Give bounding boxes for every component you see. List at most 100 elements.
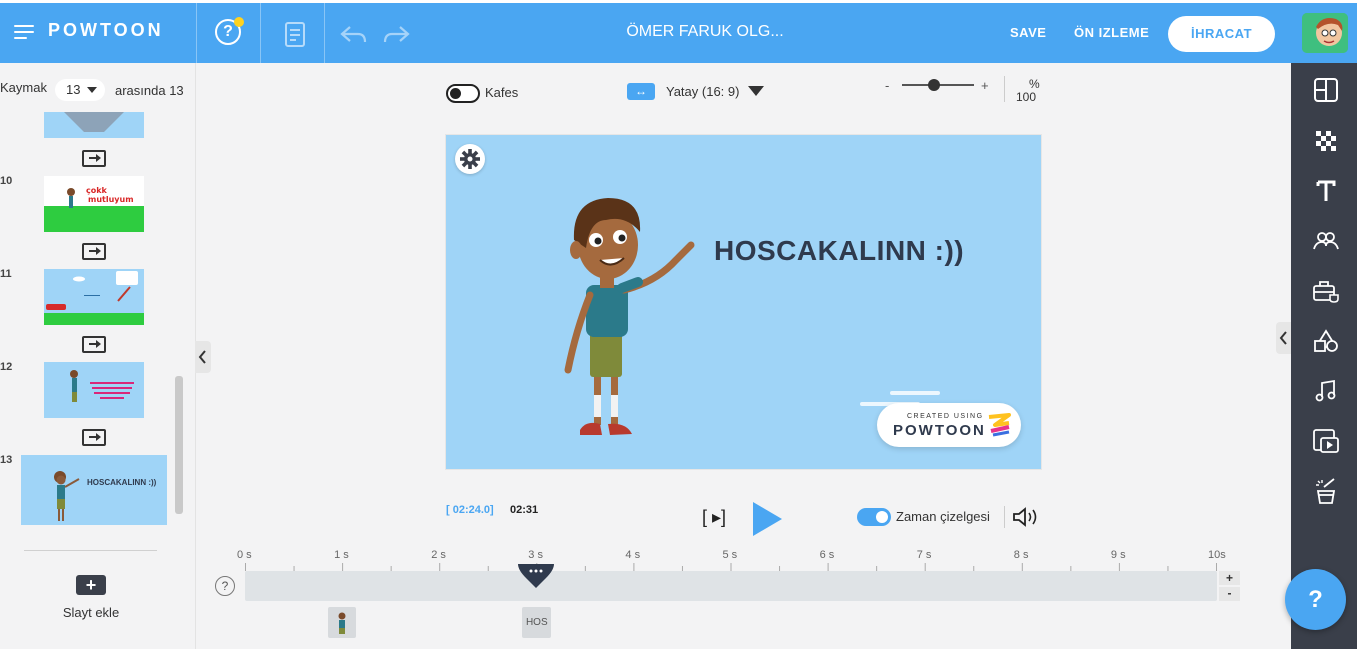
slide-selector-value: 13	[66, 82, 81, 97]
slide-range-label: arasında 13	[115, 83, 184, 98]
character-boy-image[interactable]	[556, 190, 706, 440]
magic-icon[interactable]	[1312, 477, 1340, 505]
timeline-tick-label: 3 s	[528, 549, 543, 561]
top-bar: POWTOON ? ÖMER FARUK OLG... SAVE ÖN IZLE…	[0, 0, 1357, 63]
timeline-clip-character[interactable]	[328, 607, 357, 638]
timeline-track[interactable]	[245, 571, 1217, 601]
transition-icon[interactable]	[82, 150, 106, 167]
slide-12-preview	[70, 370, 134, 402]
stage-text-element[interactable]: HOSCAKALINN :))	[714, 235, 964, 267]
redo-icon[interactable]	[382, 25, 410, 45]
slide-10-preview: çokk mutluyum	[44, 186, 144, 232]
chevron-down-icon	[87, 87, 97, 93]
props-icon[interactable]	[1312, 277, 1340, 305]
zoom-out-button[interactable]: -	[885, 78, 889, 93]
volume-icon[interactable]	[1012, 507, 1042, 527]
play-button[interactable]	[753, 502, 782, 536]
document-title[interactable]: ÖMER FARUK OLG...	[560, 23, 850, 41]
avatar-face-icon	[1302, 13, 1348, 53]
transition-icon[interactable]	[82, 336, 106, 353]
divider	[1004, 506, 1005, 528]
timeline-tick-label: 7 s	[916, 549, 932, 561]
powtoon-logo[interactable]: POWTOON	[48, 20, 164, 41]
powtoon-mark-icon	[988, 413, 1011, 437]
slide-settings-button[interactable]	[455, 144, 485, 174]
divider	[1004, 76, 1005, 102]
zoom-percent-value: 100	[1016, 90, 1037, 104]
svg-text:çokk: çokk	[86, 186, 108, 195]
shapes-icon[interactable]	[1312, 327, 1340, 355]
add-slide-label[interactable]: Slayt ekle	[0, 605, 182, 620]
slide-thumbnail-13[interactable]: HOSCAKALINN :))	[21, 455, 167, 525]
timeline-tick-label: 5 s	[722, 549, 738, 561]
slide-selector[interactable]: 13	[55, 79, 105, 101]
background-icon[interactable]	[1312, 127, 1340, 155]
timeline-tick-label: 4 s	[625, 549, 641, 561]
aspect-ratio-icon[interactable]: ↔	[627, 83, 655, 100]
total-time: 02:31	[510, 504, 539, 516]
scroll-label: Kaymak	[0, 80, 47, 95]
slides-scrollbar[interactable]	[175, 376, 183, 514]
text-icon[interactable]	[1312, 177, 1340, 205]
timeline-zoom-in-button[interactable]: +	[1219, 571, 1240, 585]
divider	[260, 3, 261, 63]
slide-number: 13	[0, 454, 13, 466]
timeline-zoom-out-button[interactable]: -	[1219, 587, 1240, 601]
zoom-percent-sign: %	[1029, 77, 1040, 91]
chevron-left-icon	[1279, 331, 1287, 345]
characters-icon[interactable]	[1312, 227, 1340, 255]
timeline-toggle-label: Zaman çizelgesi	[896, 509, 990, 524]
slide-number: 10	[0, 175, 13, 187]
export-button[interactable]: İHRACAT	[1168, 16, 1275, 52]
current-time: [ 02:24.0]	[446, 504, 494, 516]
aspect-ratio-select[interactable]: Yatay (16: 9)	[666, 84, 739, 99]
timeline-clip-text[interactable]: HOS	[522, 607, 552, 638]
timeline-toggle[interactable]	[857, 508, 891, 526]
timeline-help-icon[interactable]: ?	[215, 576, 235, 596]
svg-text:mutluyum: mutluyum	[88, 195, 134, 204]
character-thumbnail-icon	[338, 612, 346, 634]
save-button[interactable]: SAVE	[1010, 25, 1046, 40]
avatar[interactable]	[1302, 13, 1348, 53]
layout-icon[interactable]	[1312, 76, 1340, 104]
timeline-tick-label: 9 s	[1110, 549, 1126, 561]
slide-thumbnail-10[interactable]: çokk mutluyum	[44, 176, 144, 232]
media-icon[interactable]	[1312, 427, 1340, 455]
help-chat-button[interactable]: ?	[1285, 569, 1346, 630]
transition-icon[interactable]	[82, 243, 106, 260]
play-from-here-button[interactable]: [ ▸]	[702, 507, 726, 528]
timeline-ruler	[245, 563, 1217, 571]
preview-button[interactable]: ÖN IZLEME	[1074, 25, 1149, 40]
slide-9-preview	[64, 112, 124, 132]
collapse-left-panel-button[interactable]	[195, 341, 211, 373]
slide-13-preview	[54, 471, 80, 521]
slide-number: 12	[0, 361, 13, 373]
notes-icon[interactable]	[284, 21, 308, 49]
timeline-tick-label: 6 s	[819, 549, 835, 561]
slide-number: 11	[0, 268, 12, 280]
music-icon[interactable]	[1312, 377, 1340, 405]
divider	[324, 3, 325, 63]
zoom-in-button[interactable]: +	[981, 78, 989, 93]
divider	[24, 550, 157, 551]
add-slide-button[interactable]: +	[76, 575, 106, 595]
caret-down-icon[interactable]	[748, 86, 764, 96]
undo-icon[interactable]	[340, 25, 368, 45]
timeline-tick-label: 0 s	[237, 549, 252, 561]
transition-icon[interactable]	[82, 429, 106, 446]
slide-thumbnail-9[interactable]	[44, 112, 144, 138]
grid-label: Kafes	[485, 85, 519, 100]
created-using-powtoon-badge: CREATED USING POWTOON	[877, 403, 1021, 447]
timeline-tick-label: 2 s	[431, 549, 446, 561]
slide-thumbnail-11[interactable]	[44, 269, 144, 325]
grid-toggle[interactable]	[446, 84, 480, 103]
hamburger-menu-icon[interactable]	[14, 25, 34, 39]
stage-canvas[interactable]: HOSCAKALINN :)) CREATED USING POWTOON	[446, 135, 1041, 469]
slide-13-title: HOSCAKALINN :))	[87, 478, 157, 487]
notification-dot	[234, 17, 244, 27]
timeline-tick-label: 8 s	[1013, 549, 1029, 561]
timeline-playhead[interactable]	[516, 562, 556, 590]
zoom-slider-handle[interactable]	[928, 79, 941, 91]
slide-thumbnail-12[interactable]	[44, 362, 144, 418]
collapse-right-panel-button[interactable]	[1276, 322, 1291, 354]
